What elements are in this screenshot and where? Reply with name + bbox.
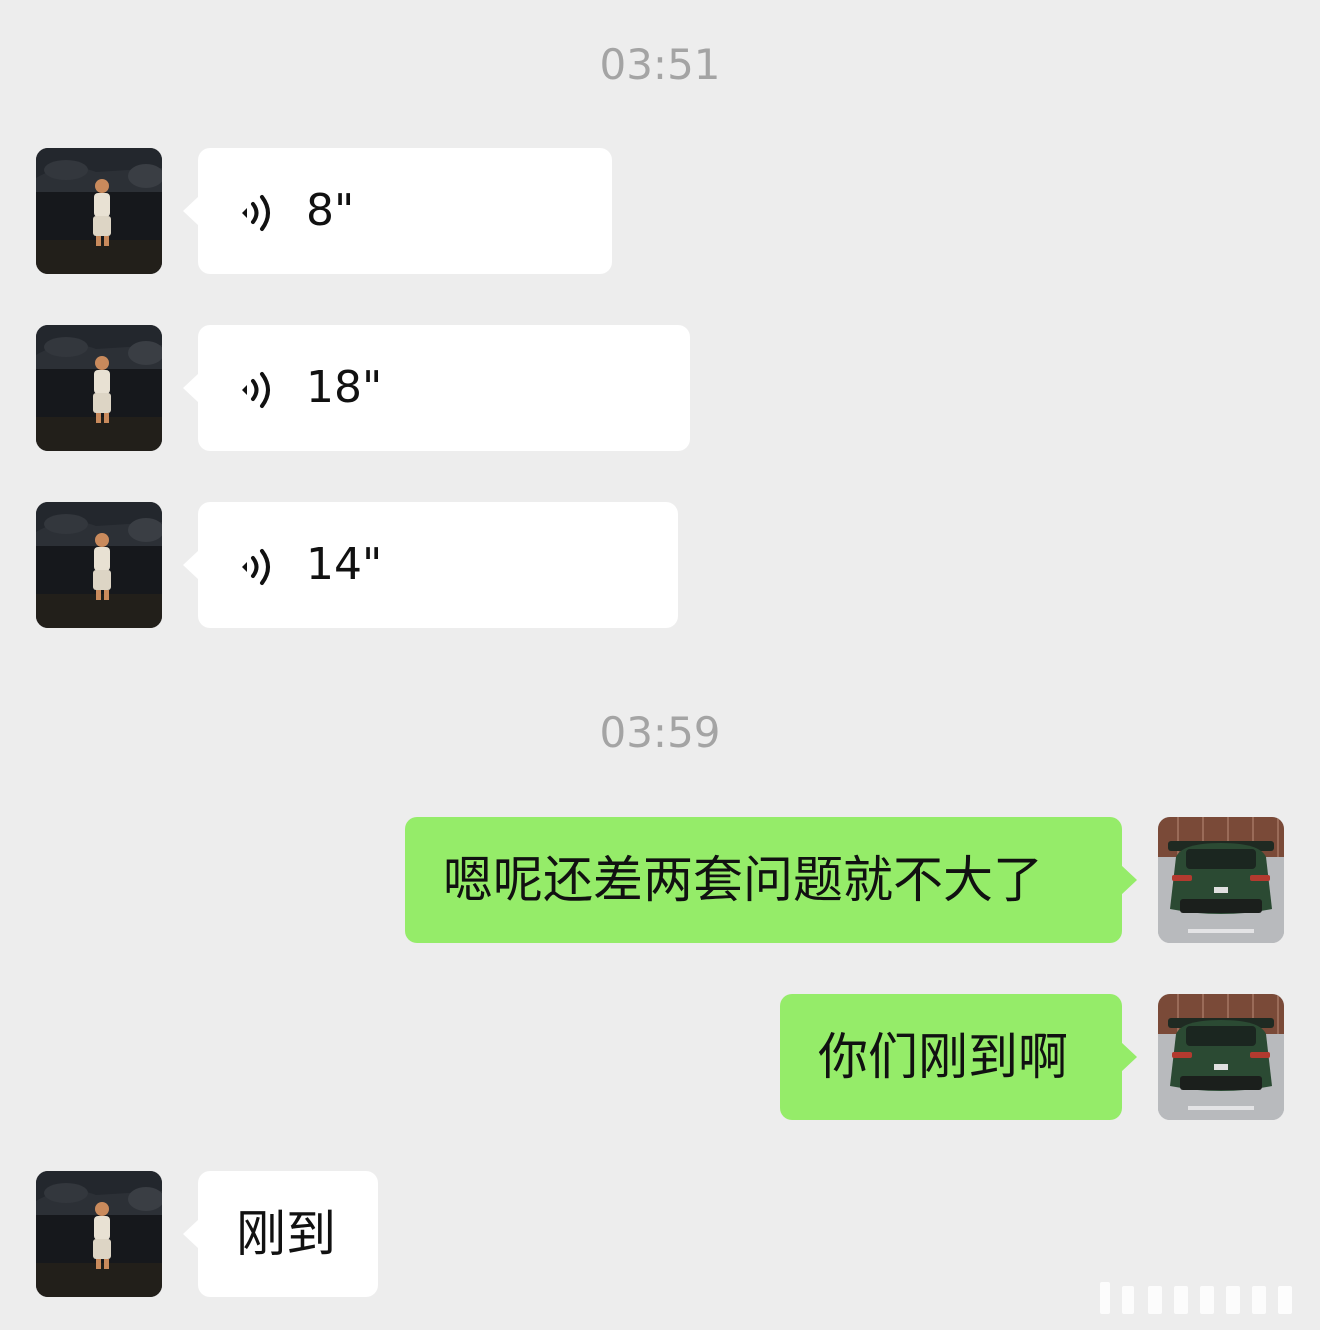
outgoing-text-bubble[interactable]: 你们刚到啊: [780, 994, 1137, 1120]
voice-message-bubble[interactable]: 14": [183, 502, 678, 628]
timestamp: 03:51: [599, 40, 721, 89]
message-text: 嗯呢还差两套问题就不大了: [443, 851, 1043, 909]
voice-wave-icon: [238, 193, 278, 233]
timestamp: 03:59: [599, 708, 721, 757]
voice-wave-icon: [238, 547, 278, 587]
voice-wave-icon: [238, 370, 278, 410]
watermark-bars-icon: [1100, 1282, 1292, 1314]
contact-avatar[interactable]: [36, 325, 162, 451]
contact-avatar[interactable]: [36, 1171, 162, 1297]
contact-avatar[interactable]: [36, 148, 162, 274]
voice-duration: 18": [306, 362, 383, 413]
self-avatar[interactable]: [1158, 817, 1284, 943]
voice-duration: 8": [306, 185, 355, 236]
outgoing-text-bubble[interactable]: 嗯呢还差两套问题就不大了: [405, 817, 1137, 943]
self-avatar[interactable]: [1158, 994, 1284, 1120]
incoming-text-bubble[interactable]: 刚到: [183, 1171, 378, 1297]
voice-duration: 14": [306, 539, 383, 590]
voice-message-bubble[interactable]: 8": [183, 148, 612, 274]
message-text: 刚到: [236, 1205, 336, 1263]
message-text: 你们刚到啊: [818, 1028, 1068, 1086]
voice-message-bubble[interactable]: 18": [183, 325, 690, 451]
contact-avatar[interactable]: [36, 502, 162, 628]
